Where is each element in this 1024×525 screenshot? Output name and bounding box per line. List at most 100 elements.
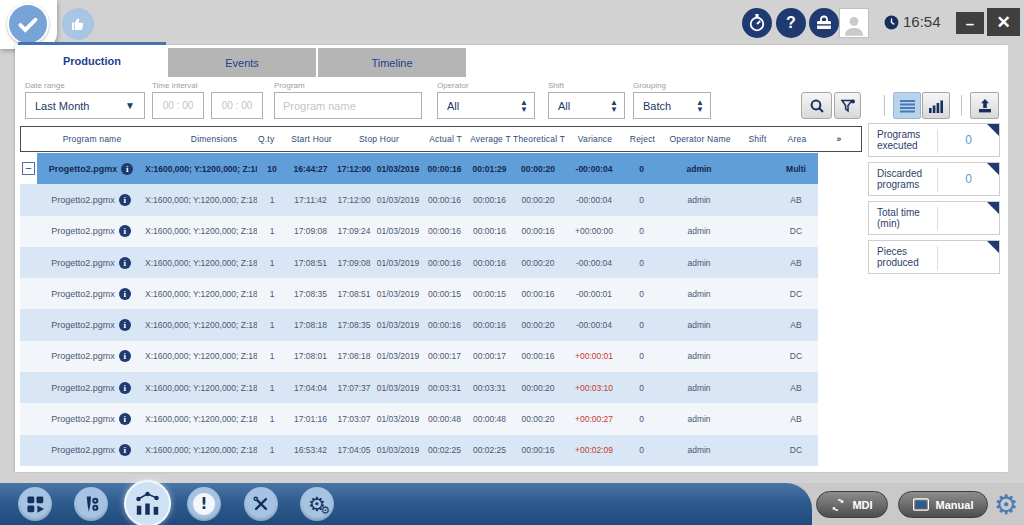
area-cell: DC	[774, 445, 818, 455]
column-area[interactable]: Area	[775, 134, 819, 144]
table-row[interactable]: Progetto2.pgmxi X:1600,000; Y:1200,000; …	[20, 247, 818, 278]
nav-statistics-button[interactable]	[124, 480, 171, 525]
theoretical-t-cell: 00:00:20	[512, 383, 564, 393]
operator-select[interactable]: All ▲▼	[437, 92, 535, 119]
nav-settings-button[interactable]: ⚙ ⚙	[300, 487, 334, 521]
info-icon[interactable]: i	[119, 382, 131, 394]
table-row[interactable]: Progetto2.pgmxi X:1600,000; Y:1200,000; …	[20, 341, 818, 372]
column-theoretical[interactable]: Theoretical T	[513, 134, 565, 144]
manual-panel-icon	[913, 498, 929, 511]
tab-timeline[interactable]: Timeline	[318, 48, 466, 77]
application-window: ? 16:54 – ✕ Production Events Timeline D…	[0, 0, 1024, 525]
program-name-cell: Progetto2.pgmxi	[37, 444, 145, 456]
list-view-button[interactable]	[893, 92, 921, 119]
manual-button[interactable]: Manual	[898, 491, 988, 518]
info-icon[interactable]: i	[119, 225, 131, 237]
minimize-button[interactable]: –	[956, 12, 984, 34]
table-row[interactable]: Progetto2.pgmxi X:1600,000; Y:1200,000; …	[20, 403, 818, 434]
table-row[interactable]: Progetto2.pgmxi X:1600,000; Y:1200,000; …	[20, 435, 818, 466]
column-shift[interactable]: Shift	[740, 134, 775, 144]
column-average[interactable]: Average T	[468, 134, 513, 144]
user-button[interactable]	[839, 8, 869, 38]
actual-t-cell: 00:02:25	[422, 445, 467, 455]
nav-tooling-button[interactable]	[74, 487, 108, 521]
column-start-hour[interactable]: Start Hour	[288, 134, 335, 144]
help-button[interactable]: ?	[776, 8, 806, 38]
toolbox-button[interactable]	[809, 8, 839, 38]
info-icon[interactable]: i	[119, 413, 131, 425]
actual-t-cell: 00:00:16	[422, 258, 467, 268]
tab-production[interactable]: Production	[18, 45, 166, 77]
column-dimensions[interactable]: Dimensions	[146, 134, 258, 144]
expand-cell[interactable]: −	[20, 162, 37, 175]
tab-events[interactable]: Events	[168, 48, 316, 77]
nav-alarms-button[interactable]: !	[187, 487, 221, 521]
stopwatch-button[interactable]	[742, 8, 772, 38]
program-name-input[interactable]	[274, 92, 422, 119]
operator-cell: admin	[659, 414, 739, 424]
clock-icon	[884, 15, 899, 34]
theoretical-t-cell: 00:00:20	[512, 320, 564, 330]
more-columns-button[interactable]: »	[819, 134, 859, 144]
info-icon[interactable]: i	[119, 350, 131, 362]
table-row[interactable]: Progetto2.pgmxi X:1600,000; Y:1200,000; …	[20, 309, 818, 340]
column-variance[interactable]: Variance	[565, 134, 625, 144]
column-operator-name[interactable]: Operator Name	[660, 134, 740, 144]
column-reject[interactable]: Reject	[625, 134, 660, 144]
shift-select[interactable]: All ▲▼	[548, 92, 625, 119]
info-icon[interactable]: i	[119, 319, 131, 331]
stopwatch-icon	[747, 13, 767, 33]
info-icon[interactable]: i	[119, 444, 131, 456]
reject-cell: 0	[624, 226, 659, 236]
start-hour-cell: 17:08:01	[287, 351, 334, 361]
mdi-button[interactable]: MDI	[816, 491, 888, 518]
info-icon[interactable]: i	[119, 194, 131, 206]
close-button[interactable]: ✕	[987, 8, 1020, 36]
operator-cell: admin	[659, 258, 739, 268]
dimensions-cell: X:1600,000; Y:1200,000; Z:18,0	[145, 226, 257, 236]
stop-date-cell: 01/03/2019	[374, 383, 422, 393]
column-actual[interactable]: Actual T	[423, 134, 468, 144]
qty-cell: 1	[257, 289, 287, 299]
info-icon[interactable]: i	[119, 288, 131, 300]
program-name-cell: Progetto2.pgmxi	[37, 163, 145, 175]
nav-programs-button[interactable]	[18, 487, 52, 521]
collapse-row-button[interactable]: −	[22, 162, 35, 175]
nav-maintenance-button[interactable]	[244, 487, 278, 521]
thumbs-up-button[interactable]	[62, 8, 94, 40]
area-cell: AB	[774, 383, 818, 393]
table-header: Program name Dimensions Q.ty Start Hour …	[20, 126, 862, 152]
column-stop-hour[interactable]: Stop Hour	[335, 134, 423, 144]
info-icon[interactable]: i	[121, 163, 133, 175]
chevron-down-icon: ▼	[125, 100, 135, 111]
table-row[interactable]: Progetto2.pgmxi X:1600,000; Y:1200,000; …	[20, 372, 818, 403]
info-icon[interactable]: i	[119, 257, 131, 269]
program-label: Program	[274, 81, 305, 90]
filter-button[interactable]	[834, 92, 861, 119]
average-t-cell: 00:03:31	[467, 383, 512, 393]
footer-settings-gear-icon[interactable]: ⚙	[994, 489, 1018, 520]
export-button[interactable]	[970, 92, 999, 119]
time-to-input[interactable]: 00 : 00	[211, 92, 263, 119]
time-from-input[interactable]: 00 : 00	[152, 92, 204, 119]
actual-t-cell: 00:00:17	[422, 351, 467, 361]
column-program-name[interactable]: Program name	[38, 134, 146, 144]
chart-view-button[interactable]	[922, 92, 950, 119]
table-row[interactable]: − Progetto2.pgmxi X:1600,000; Y:1200,000…	[20, 153, 818, 184]
program-name-cell: Progetto2.pgmxi	[37, 319, 145, 331]
divider	[961, 95, 962, 116]
start-hour-cell: 16:44:27	[287, 164, 334, 174]
column-qty[interactable]: Q.ty	[258, 134, 288, 144]
confirm-button[interactable]	[7, 3, 49, 45]
program-name-cell: Progetto2.pgmxi	[37, 257, 145, 269]
table-row[interactable]: Progetto2.pgmxi X:1600,000; Y:1200,000; …	[20, 278, 818, 309]
date-range-select[interactable]: Last Month ▼	[25, 92, 145, 119]
grouping-select[interactable]: Batch ▲▼	[633, 92, 711, 119]
table-row[interactable]: Progetto2.pgmxi X:1600,000; Y:1200,000; …	[20, 216, 818, 247]
table-row[interactable]: Progetto2.pgmxi X:1600,000; Y:1200,000; …	[20, 184, 818, 215]
program-name-cell: Progetto2.pgmxi	[37, 225, 145, 237]
operator-cell: admin	[659, 195, 739, 205]
settings-gear-small-icon: ⚙	[320, 504, 330, 517]
average-t-cell: 00:01:29	[467, 164, 512, 174]
search-button[interactable]	[801, 92, 832, 119]
